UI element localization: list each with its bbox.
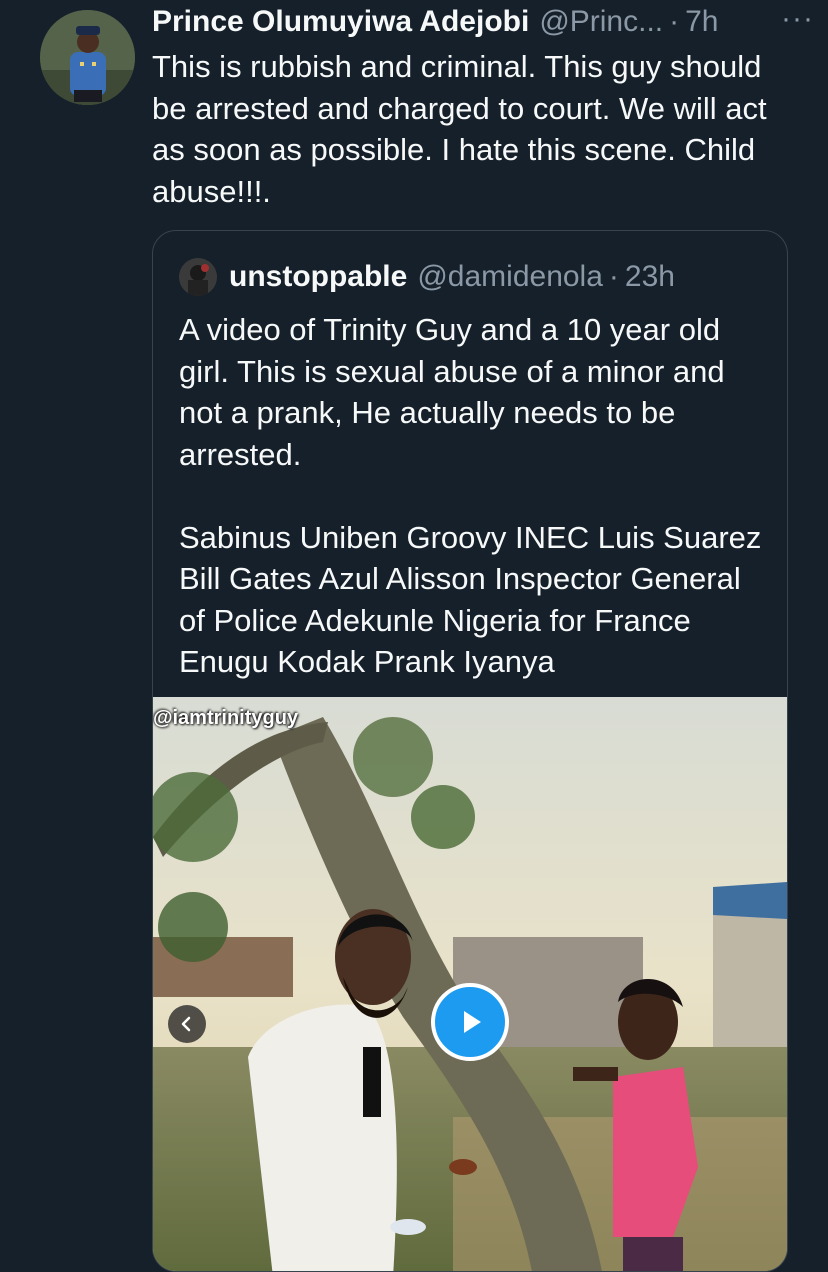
separator-dot: · [608, 260, 619, 293]
video-thumbnail[interactable]: @iamtrinityguy [153, 697, 787, 1271]
author-name[interactable]: Prince Olumuyiwa Adejobi [152, 5, 529, 39]
play-icon[interactable] [431, 983, 509, 1061]
quoted-tweet-timestamp[interactable]: 23h [625, 260, 675, 294]
tweet[interactable]: Prince Olumuyiwa Adejobi @Princ... · 7h … [0, 0, 828, 1272]
tweet-timestamp[interactable]: 7h [685, 5, 718, 39]
chevron-left-icon[interactable] [168, 1005, 206, 1043]
quoted-author-name[interactable]: unstoppable [229, 260, 407, 294]
quoted-tweet-text: A video of Trinity Guy and a 10 year old… [179, 312, 762, 679]
tweet-text: This is rubbish and criminal. This guy s… [152, 49, 767, 209]
quoted-tweet-header: unstoppable @damidenola · 23h [229, 257, 675, 297]
separator-dot: · [669, 5, 680, 38]
quoted-tweet[interactable]: unstoppable @damidenola · 23h A video of… [152, 230, 788, 1272]
quoted-author-handle[interactable]: @damidenola [417, 260, 603, 294]
author-avatar[interactable] [40, 10, 135, 105]
tweet-header: Prince Olumuyiwa Adejobi @Princ... · 7h [152, 2, 812, 42]
more-options-icon[interactable]: ··· [781, 2, 814, 36]
video-watermark: @iamtrinityguy [153, 707, 299, 729]
quoted-author-avatar[interactable] [179, 258, 217, 296]
author-handle[interactable]: @Princ... [539, 5, 663, 39]
